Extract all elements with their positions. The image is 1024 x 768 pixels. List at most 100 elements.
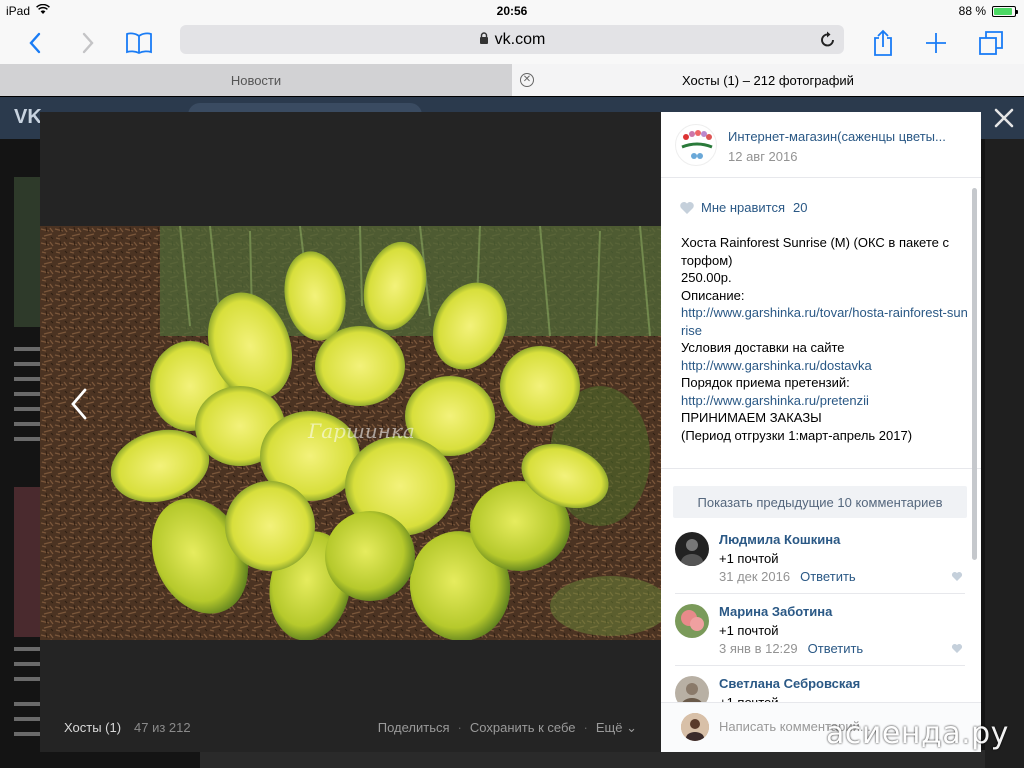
feed-right-edge: [985, 139, 1024, 768]
reply-button[interactable]: Ответить: [800, 569, 856, 584]
feed-text: [14, 717, 40, 721]
album-link[interactable]: Хосты (1): [64, 720, 121, 735]
book-icon: [126, 32, 152, 55]
site-watermark: асиенда.ру: [826, 716, 1009, 751]
tab-hosts-label: Хосты (1) – 212 фотографий: [682, 72, 854, 88]
browser-toolbar: vk.com: [0, 22, 1024, 64]
commenter-avatar[interactable]: [675, 532, 709, 566]
forward-button[interactable]: [73, 28, 103, 58]
hosta-plant-image: Гаршинка: [40, 226, 661, 640]
tab-bar: Новости ✕ Хосты (1) – 212 фотографий: [0, 64, 1024, 96]
like-label: Мне нравится: [701, 200, 786, 215]
tabs-icon: [979, 31, 1003, 55]
photo-watermark: Гаршинка: [307, 419, 415, 443]
vk-logo-icon: VK: [14, 106, 42, 128]
photo-counter: 47 из 212: [134, 720, 191, 735]
more-button[interactable]: Ещё ⌄: [596, 720, 637, 736]
product-link[interactable]: http://www.garshinka.ru/tovar/hosta-rain…: [681, 304, 971, 339]
feed-text: [14, 662, 40, 666]
lock-icon: [479, 31, 489, 49]
comment-item: Марина Заботина +1 почтой 3 янв в 12:29 О…: [675, 598, 965, 666]
description-label: Описание:: [681, 287, 745, 303]
feed-text: [14, 392, 40, 396]
feed-image: [14, 487, 40, 637]
status-right: 88 %: [958, 4, 1018, 18]
comment-item: Людмила Кошкина +1 почтой 31 дек 2016 Отв…: [675, 526, 965, 594]
comment-like-button[interactable]: [951, 569, 963, 587]
share-icon: [874, 29, 892, 56]
battery-percent: 88 %: [958, 4, 986, 18]
bookmarks-button[interactable]: [124, 28, 154, 58]
chevron-left-icon: [71, 388, 87, 420]
tab-hosts-album[interactable]: ✕ Хосты (1) – 212 фотографий: [512, 64, 1024, 96]
commenter-name[interactable]: Людмила Кошкина: [719, 532, 840, 547]
panel-scrollbar[interactable]: [972, 188, 977, 560]
feed-text: [14, 732, 40, 736]
post-date: 12 авг 2016: [728, 149, 798, 164]
commenter-avatar[interactable]: [675, 604, 709, 638]
like-button[interactable]: Мне нравится 20: [679, 200, 807, 215]
viewer-footer: Хосты (1) 47 из 212 Поделиться · Сохрани…: [40, 714, 661, 742]
photo-viewer: Гаршинка Хосты (1) 47 из 212 Поделиться …: [40, 112, 661, 752]
comment-text: +1 почтой: [719, 551, 779, 566]
clock: 20:56: [496, 4, 528, 18]
comment-date: 3 янв в 12:29: [719, 641, 798, 656]
separator: ·: [457, 720, 462, 735]
reply-button[interactable]: Ответить: [808, 641, 864, 656]
commenter-name[interactable]: Светлана Себровская: [719, 676, 860, 691]
heart-icon: [951, 572, 963, 581]
shipping-period: (Период отгрузки 1:март-апрель 2017): [681, 427, 913, 443]
close-tab-icon[interactable]: ✕: [520, 73, 534, 87]
delivery-label: Условия доставки на сайте: [681, 340, 845, 355]
heart-icon: [680, 201, 694, 214]
show-previous-comments-button[interactable]: Показать предыдущие 10 комментариев: [673, 486, 967, 518]
comment-meta: 3 янв в 12:29 Ответить: [719, 641, 863, 656]
share-button[interactable]: [868, 28, 898, 58]
close-icon: [994, 108, 1014, 128]
feed-text: [14, 677, 40, 681]
commenter-name[interactable]: Марина Заботина: [719, 604, 832, 619]
product-price: 250.00р.: [681, 270, 732, 285]
new-tab-button[interactable]: [921, 28, 951, 58]
comment-like-button[interactable]: [951, 641, 963, 659]
address-bar[interactable]: vk.com: [180, 25, 844, 54]
tab-news[interactable]: Новости: [0, 64, 512, 96]
heart-icon: [951, 644, 963, 653]
divider: [661, 468, 981, 469]
feed-text: [14, 437, 40, 441]
shop-avatar[interactable]: [675, 124, 717, 166]
hosta-photo[interactable]: Гаршинка: [40, 226, 661, 640]
comment-meta: 31 дек 2016 Ответить: [719, 569, 856, 584]
feed-left-edge: [0, 177, 40, 768]
feed-bottom-edge: [200, 750, 985, 768]
comment-date: 31 дек 2016: [719, 569, 791, 584]
photo-info-panel: Интернет-магазин(саженцы цветы... 12 авг…: [661, 112, 981, 752]
my-avatar: [681, 713, 709, 741]
back-button[interactable]: [20, 28, 50, 58]
post-header: Интернет-магазин(саженцы цветы... 12 авг…: [661, 112, 981, 178]
feed-text: [14, 422, 40, 426]
claims-link[interactable]: http://www.garshinka.ru/pretenzii: [681, 392, 971, 410]
separator: ·: [583, 720, 588, 735]
close-viewer-button[interactable]: [994, 106, 1014, 132]
reload-icon[interactable]: [820, 30, 836, 53]
feed-text: [14, 647, 40, 651]
more-button-label: Ещё: [595, 720, 623, 735]
plus-icon: [926, 33, 946, 53]
share-photo-button[interactable]: Поделиться: [378, 720, 450, 736]
feed-text: [14, 407, 40, 411]
battery-icon: [992, 5, 1018, 17]
post-description: Хоста Rainforest Sunrise (М) (ОКС в паке…: [681, 234, 971, 444]
previous-photo-button[interactable]: [70, 388, 88, 429]
tabs-button[interactable]: [976, 28, 1006, 58]
feed-text: [14, 362, 40, 366]
like-count: 20: [793, 200, 808, 215]
claims-label: Порядок приема претензий:: [681, 375, 850, 390]
feed-image: [14, 177, 40, 327]
post-author-link[interactable]: Интернет-магазин(саженцы цветы...: [728, 129, 964, 144]
save-photo-button[interactable]: Сохранить к себе: [470, 720, 576, 736]
feed-text: [14, 702, 40, 706]
status-bar: iPad 20:56 88 %: [0, 0, 1024, 22]
comment-text: +1 почтой: [719, 623, 779, 638]
delivery-link[interactable]: http://www.garshinka.ru/dostavka: [681, 357, 971, 375]
